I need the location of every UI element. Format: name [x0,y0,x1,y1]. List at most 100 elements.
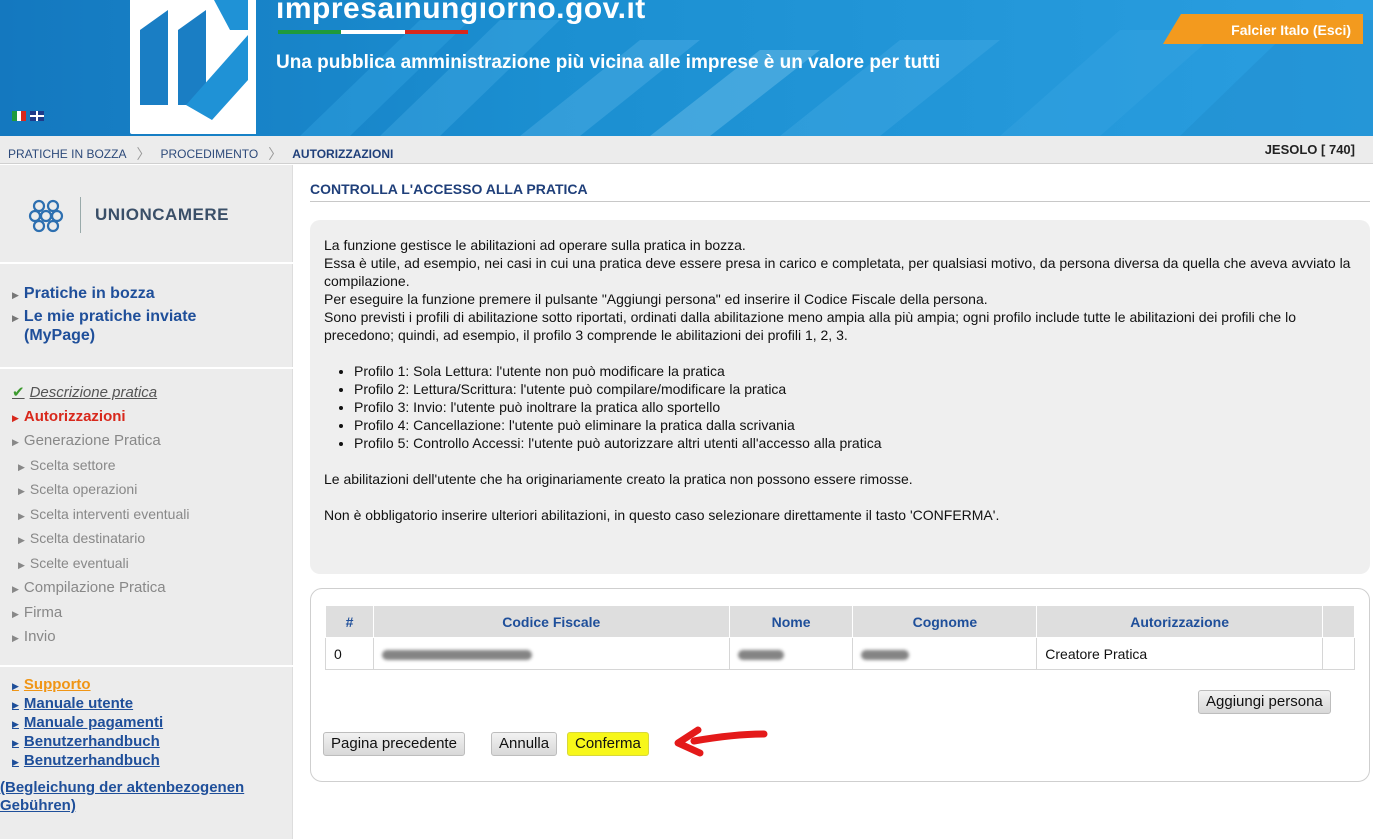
step-invio: ▶ Invio [12,628,56,645]
procedure-steps: ✔ Descrizione pratica ▶ Autorizzazioni ▶ Ge… [12,383,292,653]
breadcrumb-item-autorizzazioni: AUTORIZZAZIONI [292,147,394,161]
triangle-right-icon: ▶ [18,461,25,472]
intro-line-3: Per eseguire la funzione premere il puls… [324,291,988,307]
step-autorizzazioni: ▶ Autorizzazioni [12,407,126,425]
table-header-row: # Codice Fiscale Nome Cognome Autorizzaz… [325,605,1356,638]
sidebar-item-mypage[interactable]: (MyPage) [12,327,292,345]
unioncamere-logo: UNIONCAMERE [26,195,229,235]
intro-line-2: Essa è utile, ad esempio, nei casi in cu… [324,255,1351,289]
site-logo[interactable] [130,0,256,134]
profile-item: Profilo 2: Lettura/Scrittura: l'utente p… [354,380,1356,398]
sidebar-nav: ▶ Pratiche in bozza ▶ Le mie pratiche invi… [12,285,292,349]
location-label: JESOLO [ 740] [1264,142,1355,157]
note-optional: Non è obbligatorio inserire ulteriori ab… [324,507,1000,523]
logo-mark-icon [140,0,248,120]
triangle-right-icon: ▶ [12,313,19,323]
note-creator: Le abilitazioni dell'utente che ha origi… [324,471,913,487]
intro-line-4: Sono previsti i profili di abilitazione … [324,309,1296,343]
breadcrumb-item-procedimento[interactable]: PROCEDIMENTO [160,147,258,161]
profile-item: Profilo 3: Invio: l'utente può inoltrare… [354,398,1356,416]
column-header-number: # [325,605,374,638]
site-header: impresainungiorno.gov.it Una pubblica am… [0,0,1373,136]
triangle-right-icon: ▶ [18,486,25,496]
step-scelte-eventuali: ▶ Scelte eventuali [18,554,129,571]
cell-codice-fiscale-redacted [372,637,730,670]
breadcrumb-bar: PRATICHE IN BOZZA 〉 PROCEDIMENTO 〉 AUTOR… [0,136,1373,164]
support-links: ▶ Supporto ▶ Manuale utente ▶ Manuale pagam… [12,676,292,771]
column-header-nome: Nome [728,605,854,638]
sidebar-item-pratiche-in-bozza[interactable]: ▶ Pratiche in bozza [12,285,292,304]
sidebar-item-mie-pratiche-inviate[interactable]: ▶ Le mie pratiche inviate [12,308,292,327]
step-descrizione-pratica[interactable]: ✔ Descrizione pratica [12,383,292,408]
cell-autorizzazione: Creatore Pratica [1036,637,1323,670]
link-manuale-pagamenti[interactable]: ▶ Manuale pagamenti [12,714,292,733]
link-benutzerhandbuch-gebuehren[interactable]: ▶ Benutzerhandbuch [12,752,292,771]
column-header-codice-fiscale: Codice Fiscale [372,605,730,638]
table-row: 0 Creatore Pratica [325,637,1356,670]
breadcrumb-separator-icon: 〉 [268,146,283,162]
cell-nome-redacted [728,637,854,670]
link-benutzerhandbuch[interactable]: ▶ Benutzerhandbuch [12,733,292,752]
step-scelta-destinatario: ▶ Scelta destinatario [18,530,146,546]
permissions-table: # Codice Fiscale Nome Cognome Autorizzaz… [325,605,1356,670]
cell-actions [1321,637,1356,670]
title-divider [310,201,1370,202]
profile-item: Profilo 4: Cancellazione: l'utente può e… [354,416,1356,434]
breadcrumb-item-pratiche-in-bozza[interactable]: PRATICHE IN BOZZA [8,147,126,161]
triangle-right-icon: ▶ [18,559,25,570]
step-scelta-interventi-eventuali: ▶ Scelta interventi eventuali [18,505,190,522]
site-name[interactable]: impresainungiorno.gov.it [276,0,646,26]
link-manuale-utente[interactable]: ▶ Manuale utente [12,695,292,714]
triangle-right-icon: ▶ [12,633,19,643]
profile-item: Profilo 1: Sola Lettura: l'utente non pu… [354,362,1356,380]
triangle-right-icon: ▶ [12,412,19,423]
triangle-right-icon: ▶ [12,437,19,447]
red-arrow-annotation-icon [674,726,768,757]
permissions-panel: # Codice Fiscale Nome Cognome Autorizzaz… [310,588,1370,782]
triangle-right-icon: ▶ [18,510,25,521]
unioncamere-emblem-icon [28,199,64,233]
triangle-right-icon: ▶ [12,290,19,300]
step-scelta-settore: ▶ Scelta settore [18,456,116,473]
triangle-right-icon: ▶ [12,608,19,619]
column-header-actions [1321,605,1356,638]
triangle-right-icon: ▶ [12,738,19,748]
sidebar-divider [0,665,293,667]
profiles-list: Profilo 1: Sola Lettura: l'utente non pu… [324,362,1356,452]
sidebar: UNIONCAMERE ▶ Pratiche in bozza ▶ Le mie p… [0,165,293,839]
intro-line-1: La funzione gestisce le abilitazioni ad … [324,237,746,253]
link-benutzerhandbuch-gebuehren-subtitle[interactable]: (Begleichung der aktenbezogenen Gebühren… [0,779,293,815]
step-scelta-operazioni: ▶ Scelta operazioni [18,481,138,497]
profile-item: Profilo 5: Controllo Accessi: l'utente p… [354,434,1356,452]
confirm-button[interactable]: Conferma [567,732,649,756]
triangle-right-icon: ▶ [18,535,25,545]
step-compilazione-pratica: ▶ Compilazione Pratica [12,579,166,596]
step-firma: ▶ Firma [12,603,63,621]
column-header-autorizzazione: Autorizzazione [1036,605,1323,638]
link-supporto[interactable]: ▶ Supporto [12,676,292,695]
sidebar-divider [0,367,293,369]
triangle-right-icon: ▶ [12,584,19,594]
check-icon: ✔ [12,384,25,401]
breadcrumb-separator-icon: 〉 [136,146,151,162]
triangle-right-icon: ▶ [12,681,19,691]
column-header-cognome: Cognome [852,605,1038,638]
previous-page-button[interactable]: Pagina precedente [323,732,465,756]
site-tagline: Una pubblica amministrazione più vicina … [276,52,941,73]
add-person-button[interactable]: Aggiungi persona [1198,690,1331,714]
breadcrumb: PRATICHE IN BOZZA 〉 PROCEDIMENTO 〉 AUTOR… [8,144,393,164]
logout-button[interactable]: Falcier Italo (Esci) [1163,14,1363,44]
flag-uk-icon[interactable] [30,111,44,121]
page-title: CONTROLLA L'ACCESSO ALLA PRATICA [310,181,588,197]
triangle-right-icon: ▶ [12,757,19,767]
cell-number: 0 [325,637,374,670]
cancel-button[interactable]: Annulla [491,732,558,756]
info-panel: La funzione gestisce le abilitazioni ad … [310,220,1370,574]
step-generazione-pratica: ▶ Generazione Pratica [12,432,161,449]
unioncamere-brand: UNIONCAMERE [80,197,229,233]
tricolor-underline [278,30,468,34]
flag-it-icon[interactable] [12,111,27,121]
sidebar-divider [0,262,293,264]
triangle-right-icon: ▶ [12,719,19,729]
language-selector [12,111,44,121]
